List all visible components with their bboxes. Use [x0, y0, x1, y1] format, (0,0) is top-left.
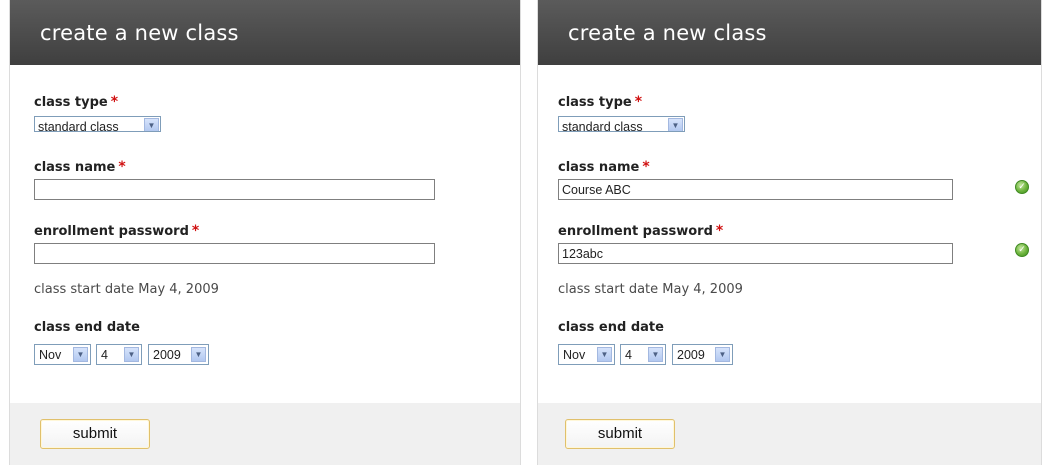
- end-day-select[interactable]: 4 ▼: [620, 344, 666, 365]
- required-asterisk: *: [110, 94, 119, 110]
- chevron-down-icon[interactable]: ▼: [144, 118, 159, 131]
- class-type-select[interactable]: standard class ▼: [34, 116, 161, 132]
- required-asterisk: *: [715, 223, 724, 239]
- check-circle-icon: ✓: [1015, 243, 1029, 257]
- chevron-down-icon[interactable]: ▼: [73, 347, 88, 362]
- chevron-down-icon[interactable]: ▼: [648, 347, 663, 362]
- required-asterisk: *: [118, 159, 126, 175]
- enrollment-password-input[interactable]: 123abc: [558, 243, 953, 264]
- form-footer: submit: [10, 403, 520, 465]
- enrollment-password-label: enrollment password *: [558, 223, 724, 239]
- chevron-down-icon[interactable]: ▼: [715, 347, 730, 362]
- required-asterisk: *: [634, 94, 643, 110]
- create-class-form-filled: create a new class class type * standard …: [537, 0, 1042, 465]
- required-asterisk: *: [191, 223, 200, 239]
- end-month-select[interactable]: Nov ▼: [558, 344, 615, 365]
- class-name-label: class name *: [558, 159, 650, 175]
- end-day-select[interactable]: 4 ▼: [96, 344, 142, 365]
- chevron-down-icon[interactable]: ▼: [668, 118, 683, 131]
- class-start-date-text: class start date May 4, 2009: [34, 282, 219, 297]
- class-name-input[interactable]: [34, 179, 435, 200]
- class-start-date-text: class start date May 4, 2009: [558, 282, 743, 297]
- required-asterisk: *: [642, 159, 650, 175]
- enrollment-password-label: enrollment password *: [34, 223, 200, 239]
- create-class-form-empty: create a new class class type * standard …: [9, 0, 521, 465]
- class-end-date-label: class end date: [34, 320, 140, 335]
- form-title: create a new class: [10, 0, 520, 65]
- submit-button[interactable]: submit: [40, 419, 150, 449]
- end-month-select[interactable]: Nov ▼: [34, 344, 91, 365]
- check-circle-icon: ✓: [1015, 180, 1029, 194]
- chevron-down-icon[interactable]: ▼: [191, 347, 206, 362]
- class-type-select[interactable]: standard class ▼: [558, 116, 685, 132]
- chevron-down-icon[interactable]: ▼: [597, 347, 612, 362]
- class-end-date-label: class end date: [558, 320, 664, 335]
- class-type-label: class type *: [34, 94, 119, 110]
- submit-button[interactable]: submit: [565, 419, 675, 449]
- end-year-select[interactable]: 2009 ▼: [148, 344, 209, 365]
- enrollment-password-input[interactable]: [34, 243, 435, 264]
- chevron-down-icon[interactable]: ▼: [124, 347, 139, 362]
- class-name-input[interactable]: Course ABC: [558, 179, 953, 200]
- end-year-select[interactable]: 2009 ▼: [672, 344, 733, 365]
- class-name-label: class name *: [34, 159, 126, 175]
- form-title: create a new class: [538, 0, 1041, 65]
- class-type-label: class type *: [558, 94, 643, 110]
- form-footer: submit: [538, 403, 1041, 465]
